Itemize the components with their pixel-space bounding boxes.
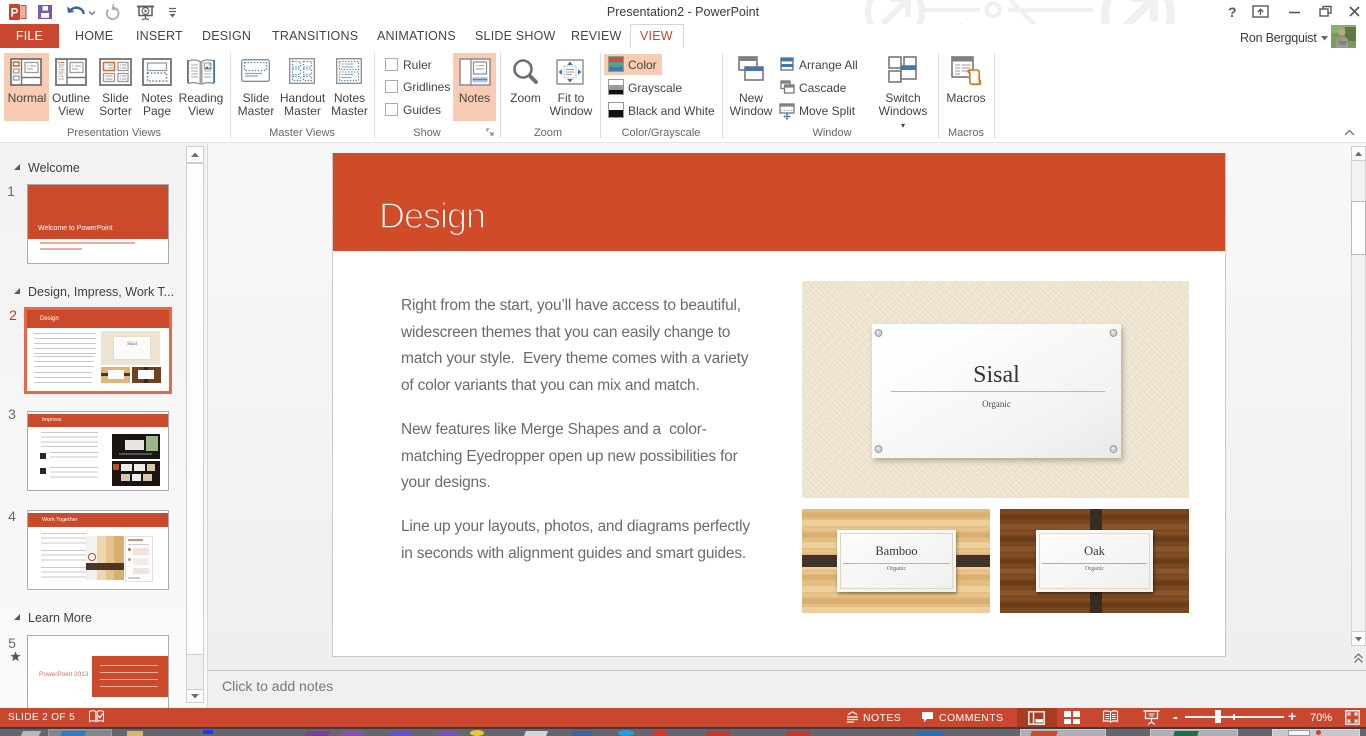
- svg-text:Design: Design: [379, 195, 485, 236]
